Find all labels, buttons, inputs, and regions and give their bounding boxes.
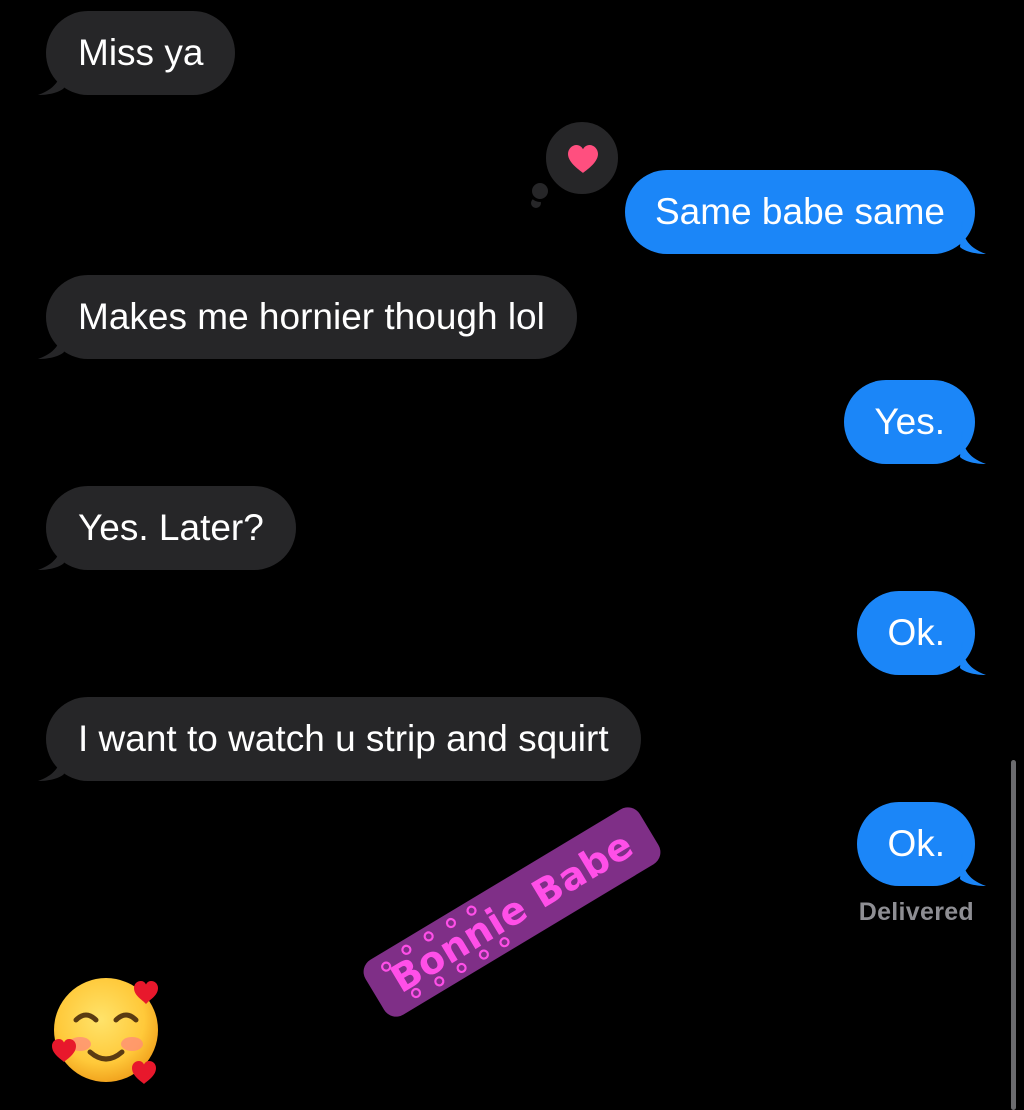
incoming-message-bubble[interactable]: Yes. Later? <box>38 486 296 570</box>
sticker-text: Bonnie Babe <box>383 822 641 1002</box>
incoming-message-bubble[interactable]: Miss ya <box>38 11 236 95</box>
message-text: Yes. <box>874 401 945 442</box>
heart-icon <box>568 145 598 173</box>
outgoing-message-bubble[interactable]: Yes. <box>844 380 986 464</box>
message-text: Ok. <box>887 612 945 653</box>
message-text: Makes me hornier though lol <box>78 296 545 337</box>
bubble-tail <box>960 221 986 254</box>
incoming-message-bubble[interactable]: Makes me hornier though lol <box>38 275 577 359</box>
bubble-tail <box>38 537 64 570</box>
tapback-reaction[interactable] <box>542 118 622 198</box>
scroll-indicator[interactable] <box>1011 760 1016 1110</box>
incoming-message-bubble[interactable]: I want to watch u strip and squirt <box>38 697 641 781</box>
message-text: I want to watch u strip and squirt <box>78 718 609 759</box>
bubble-tail <box>960 642 986 675</box>
outgoing-message-bubble[interactable]: Same babe same <box>624 170 986 254</box>
bubble-tail <box>960 853 986 886</box>
outgoing-message-bubble[interactable]: Ok. <box>857 591 986 675</box>
bubble-tail <box>38 326 64 359</box>
message-text: Ok. <box>887 823 945 864</box>
bonnie-babe-sticker: Bonnie Babe <box>358 802 666 1022</box>
smiling-face-with-hearts-icon <box>52 978 158 1084</box>
bubble-tail <box>38 748 64 781</box>
tapback-dot <box>529 180 551 202</box>
outgoing-message-bubble[interactable]: Ok. <box>857 802 986 886</box>
delivery-status: Delivered <box>858 898 974 926</box>
bubble-tail <box>38 62 64 95</box>
message-text: Same babe same <box>654 191 945 232</box>
message-text: Yes. Later? <box>78 507 264 548</box>
message-text: Miss ya <box>78 32 204 73</box>
bubble-tail <box>960 431 986 464</box>
